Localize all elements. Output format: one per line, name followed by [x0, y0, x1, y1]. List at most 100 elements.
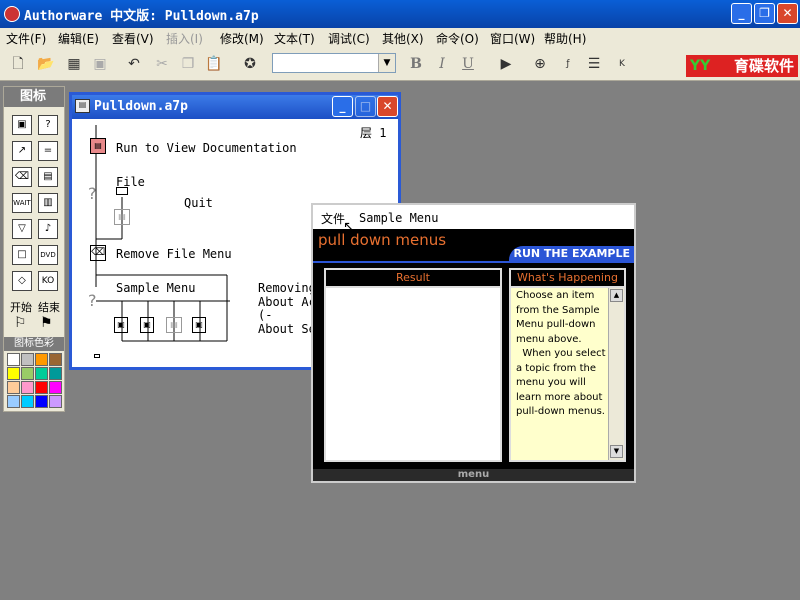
menu-window[interactable]: 窗口(W) [490, 30, 535, 47]
decision-icon[interactable]: ◇ [12, 271, 32, 291]
app-title: Authorware 中文版: Pulldown.a7p [24, 9, 259, 24]
menu-debug[interactable]: 调试(C) [328, 30, 370, 47]
menu-command[interactable]: 命令(O) [436, 30, 479, 47]
calculation-icon[interactable]: = [38, 141, 58, 161]
branch-map-icon-3[interactable]: ▤ [166, 317, 182, 333]
menu-edit[interactable]: 编辑(E) [58, 30, 99, 47]
swatch-brown[interactable] [49, 353, 62, 366]
swatch-blue[interactable] [35, 395, 48, 408]
menu-insert[interactable]: 插入(I) [166, 30, 203, 47]
presentation-menu-sample[interactable]: Sample Menu [359, 211, 438, 225]
menu-text[interactable]: 文本(T) [274, 30, 315, 47]
swatch-pink[interactable] [21, 381, 34, 394]
scroll-down-icon[interactable]: ▼ [610, 445, 623, 458]
result-panel: Result [324, 268, 502, 462]
erase-node-icon[interactable]: ⌫ [90, 245, 106, 261]
restore-button[interactable]: ❐ [754, 3, 775, 24]
digital-movie-icon[interactable]: ▥ [38, 193, 58, 213]
navigate-icon[interactable]: ▽ [12, 219, 32, 239]
motion-icon[interactable]: ↗ [12, 141, 32, 161]
flow-label-removing: Removing [258, 281, 316, 295]
swatch-orange[interactable] [35, 353, 48, 366]
menu-other[interactable]: 其他(X) [382, 30, 424, 47]
sound-icon[interactable]: ♪ [38, 219, 58, 239]
happening-panel: What's Happening Choose an item from the… [509, 268, 626, 462]
flow-label-sample-menu: Sample Menu [116, 281, 196, 295]
end-flag-icon[interactable]: ⚑ [40, 315, 53, 331]
save-all-icon[interactable]: ▦ [64, 54, 84, 74]
bold-icon[interactable]: B [406, 54, 426, 74]
flow-minimize-button[interactable]: _ [332, 96, 353, 117]
swatch-yellow[interactable] [7, 367, 20, 380]
flow-label-about-ac: About Ac [258, 295, 316, 309]
chevron-down-icon[interactable]: ▼ [378, 54, 395, 72]
dvd-icon[interactable]: DVD [38, 245, 58, 265]
palette-title: 图标 [4, 87, 64, 107]
knowledge-objects-icon[interactable]: K [612, 54, 632, 74]
swatch-red[interactable] [35, 381, 48, 394]
icon-color-label: 图标色彩 [4, 337, 64, 351]
branch-display-icon-4[interactable]: ▣ [192, 317, 206, 333]
swatch-olive[interactable] [21, 367, 34, 380]
import-icon[interactable]: ▣ [90, 54, 110, 74]
presentation-menubar: 文件 Sample Menu ↖ [313, 205, 634, 235]
logo-text: 育碟软件 [733, 57, 794, 75]
font-select[interactable]: ▼ [272, 53, 396, 73]
flow-maximize-button[interactable]: □ [355, 96, 376, 117]
close-button[interactable]: ✕ [777, 3, 798, 24]
interaction-node-icon[interactable]: ? [88, 184, 97, 203]
erase-icon[interactable]: ⌫ [12, 167, 32, 187]
map-icon[interactable]: ▤ [38, 167, 58, 187]
control-panel-icon[interactable]: ⊕ [530, 54, 550, 74]
presentation-heading: pull down menus [318, 231, 447, 249]
framework-icon[interactable]: □ [12, 245, 32, 265]
sample-interaction-icon[interactable]: ? [88, 291, 97, 310]
menu-file[interactable]: 文件(F) [6, 30, 46, 47]
undo-icon[interactable]: ↶ [124, 54, 144, 74]
swatch-magenta[interactable] [49, 381, 62, 394]
map-node-icon[interactable]: ▤ [90, 138, 106, 154]
branch-display-icon-2[interactable]: ▣ [140, 317, 154, 333]
scroll-up-icon[interactable]: ▲ [610, 289, 623, 302]
swatch-teal[interactable] [49, 367, 62, 380]
swatch-peach[interactable] [7, 381, 20, 394]
menu-help[interactable]: 帮助(H) [544, 30, 586, 47]
run-icon[interactable]: ▶ [496, 54, 516, 74]
menu-view[interactable]: 查看(V) [112, 30, 154, 47]
display-icon[interactable]: ▣ [12, 115, 32, 135]
interaction-icon[interactable]: ? [38, 115, 58, 135]
open-file-icon[interactable]: 📂 [36, 54, 56, 74]
cut-icon[interactable]: ✂ [152, 54, 172, 74]
swatch-lavender[interactable] [49, 395, 62, 408]
branch-display-icon-1[interactable]: ▣ [114, 317, 128, 333]
paste-icon[interactable]: 📋 [204, 54, 224, 74]
knowledge-object-icon[interactable]: KO [38, 271, 58, 291]
swatch-light-blue[interactable] [7, 395, 20, 408]
swatch-green[interactable] [35, 367, 48, 380]
flow-close-button[interactable]: ✕ [377, 96, 398, 117]
app-title-bar: Authorware 中文版: Pulldown.a7p _ ❐ ✕ [0, 0, 800, 28]
swatch-white[interactable] [7, 353, 20, 366]
end-flag-label: 结束 [38, 301, 60, 314]
response-type-icon [116, 187, 128, 195]
swatch-silver[interactable] [21, 353, 34, 366]
start-flag-icon[interactable]: ⚐ [14, 315, 27, 331]
menu-modify[interactable]: 修改(M) [220, 30, 264, 47]
minimize-button[interactable]: _ [731, 3, 752, 24]
icon-palette: 图标 ▣ ? ↗ = ⌫ ▤ WAIT ▥ ▽ ♪ □ DVD ◇ KO 开始 … [3, 86, 65, 412]
quit-map-icon[interactable]: ▤ [114, 209, 130, 225]
italic-icon[interactable]: I [432, 54, 452, 74]
authorware-app-icon [4, 6, 20, 22]
new-file-icon[interactable]: 🗋 [8, 54, 28, 74]
presentation-menu-file[interactable]: 文件 [321, 210, 345, 227]
flowline-window-title-bar[interactable]: ▤ Pulldown.a7p _ □ ✕ [72, 95, 398, 119]
variables-icon[interactable]: ☰ [584, 54, 604, 74]
happening-scrollbar[interactable]: ▲ ▼ [608, 288, 624, 460]
wait-icon[interactable]: WAIT [12, 193, 32, 213]
menubar: 文件(F) 编辑(E) 查看(V) 插入(I) 修改(M) 文本(T) 调试(C… [0, 28, 800, 48]
find-icon[interactable]: ✪ [240, 54, 260, 74]
copy-icon[interactable]: ❐ [178, 54, 198, 74]
underline-icon[interactable]: U [458, 54, 478, 74]
functions-icon[interactable]: ƒ [558, 54, 578, 74]
swatch-cyan[interactable] [21, 395, 34, 408]
